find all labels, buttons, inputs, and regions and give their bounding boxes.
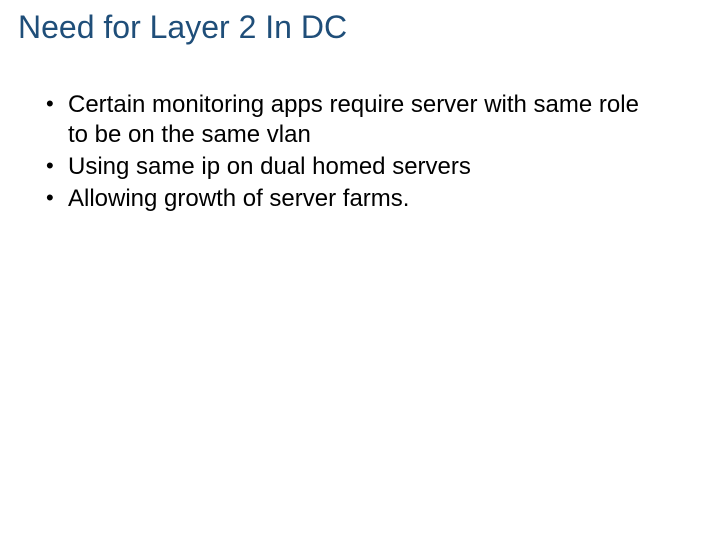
slide-title: Need for Layer 2 In DC xyxy=(18,8,700,46)
list-item: Using same ip on dual homed servers xyxy=(40,152,660,182)
list-item: Allowing growth of server farms. xyxy=(40,184,660,214)
slide: Need for Layer 2 In DC Certain monitorin… xyxy=(0,0,720,540)
bullet-list: Certain monitoring apps require server w… xyxy=(40,90,660,214)
list-item: Certain monitoring apps require server w… xyxy=(40,90,660,150)
slide-body: Certain monitoring apps require server w… xyxy=(40,90,660,216)
